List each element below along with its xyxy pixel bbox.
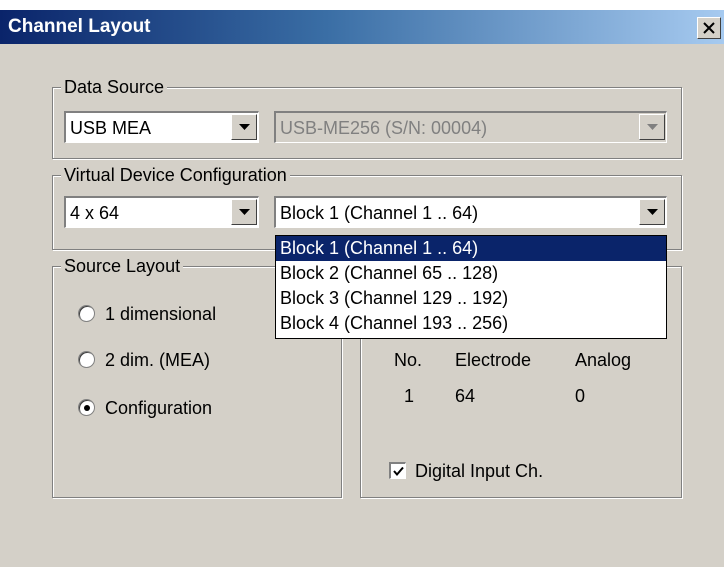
radio-button[interactable] bbox=[78, 351, 95, 368]
data-source-type-dropdown-button[interactable] bbox=[231, 114, 257, 140]
block-dropdown-button[interactable] bbox=[639, 199, 665, 225]
column-header-no: No. bbox=[394, 350, 423, 370]
virtual-device-legend: Virtual Device Configuration bbox=[61, 164, 290, 186]
channel-layout-dialog: Channel Layout Data Source USB MEA USB-M… bbox=[0, 0, 724, 567]
top-strip bbox=[0, 0, 724, 10]
data-source-type-combo[interactable]: USB MEA bbox=[64, 111, 259, 143]
chevron-down-icon bbox=[239, 124, 250, 130]
chevron-down-icon bbox=[647, 209, 658, 215]
source-layout-legend: Source Layout bbox=[61, 255, 184, 277]
dropdown-option-block-4[interactable]: Block 4 (Channel 193 .. 256) bbox=[276, 311, 666, 336]
virtual-config-value: 4 x 64 bbox=[70, 203, 120, 223]
device-value: USB-ME256 (S/N: 00004) bbox=[280, 118, 488, 138]
dropdown-option-block-1[interactable]: Block 1 (Channel 1 .. 64) bbox=[276, 236, 666, 261]
close-button[interactable] bbox=[697, 17, 721, 39]
radio-button-selected[interactable] bbox=[78, 399, 95, 416]
column-header-electrode: Electrode bbox=[455, 350, 532, 370]
cell-no: 1 bbox=[404, 386, 415, 406]
window-title: Channel Layout bbox=[8, 16, 151, 37]
radio-label: Configuration bbox=[105, 398, 213, 418]
radio-button[interactable] bbox=[78, 305, 95, 322]
checkmark-icon bbox=[393, 466, 404, 477]
radio-label: 1 dimensional bbox=[105, 304, 217, 324]
virtual-config-combo[interactable]: 4 x 64 bbox=[64, 196, 259, 228]
title-bar[interactable]: Channel Layout bbox=[0, 10, 724, 44]
cell-analog: 0 bbox=[575, 386, 586, 406]
dropdown-option-block-3[interactable]: Block 3 (Channel 129 .. 192) bbox=[276, 286, 666, 311]
block-combo[interactable]: Block 1 (Channel 1 .. 64) bbox=[274, 196, 667, 228]
block-dropdown-list[interactable]: Block 1 (Channel 1 .. 64) Block 2 (Chann… bbox=[275, 235, 667, 339]
chevron-down-icon bbox=[647, 124, 658, 130]
device-combo: USB-ME256 (S/N: 00004) bbox=[274, 111, 667, 143]
column-header-analog: Analog bbox=[575, 350, 632, 370]
dropdown-option-block-2[interactable]: Block 2 (Channel 65 .. 128) bbox=[276, 261, 666, 286]
device-dropdown-button bbox=[639, 114, 665, 140]
block-value: Block 1 (Channel 1 .. 64) bbox=[280, 203, 479, 223]
chevron-down-icon bbox=[239, 209, 250, 215]
digital-input-label: Digital Input Ch. bbox=[415, 461, 544, 481]
digital-input-checkbox[interactable] bbox=[389, 462, 406, 479]
radio-label: 2 dim. (MEA) bbox=[105, 350, 211, 370]
virtual-config-dropdown-button[interactable] bbox=[231, 199, 257, 225]
close-icon bbox=[703, 22, 715, 34]
radio-selected-dot bbox=[84, 405, 90, 411]
cell-electrode: 64 bbox=[455, 386, 476, 406]
data-source-type-value: USB MEA bbox=[70, 118, 152, 138]
data-source-legend: Data Source bbox=[61, 76, 168, 98]
